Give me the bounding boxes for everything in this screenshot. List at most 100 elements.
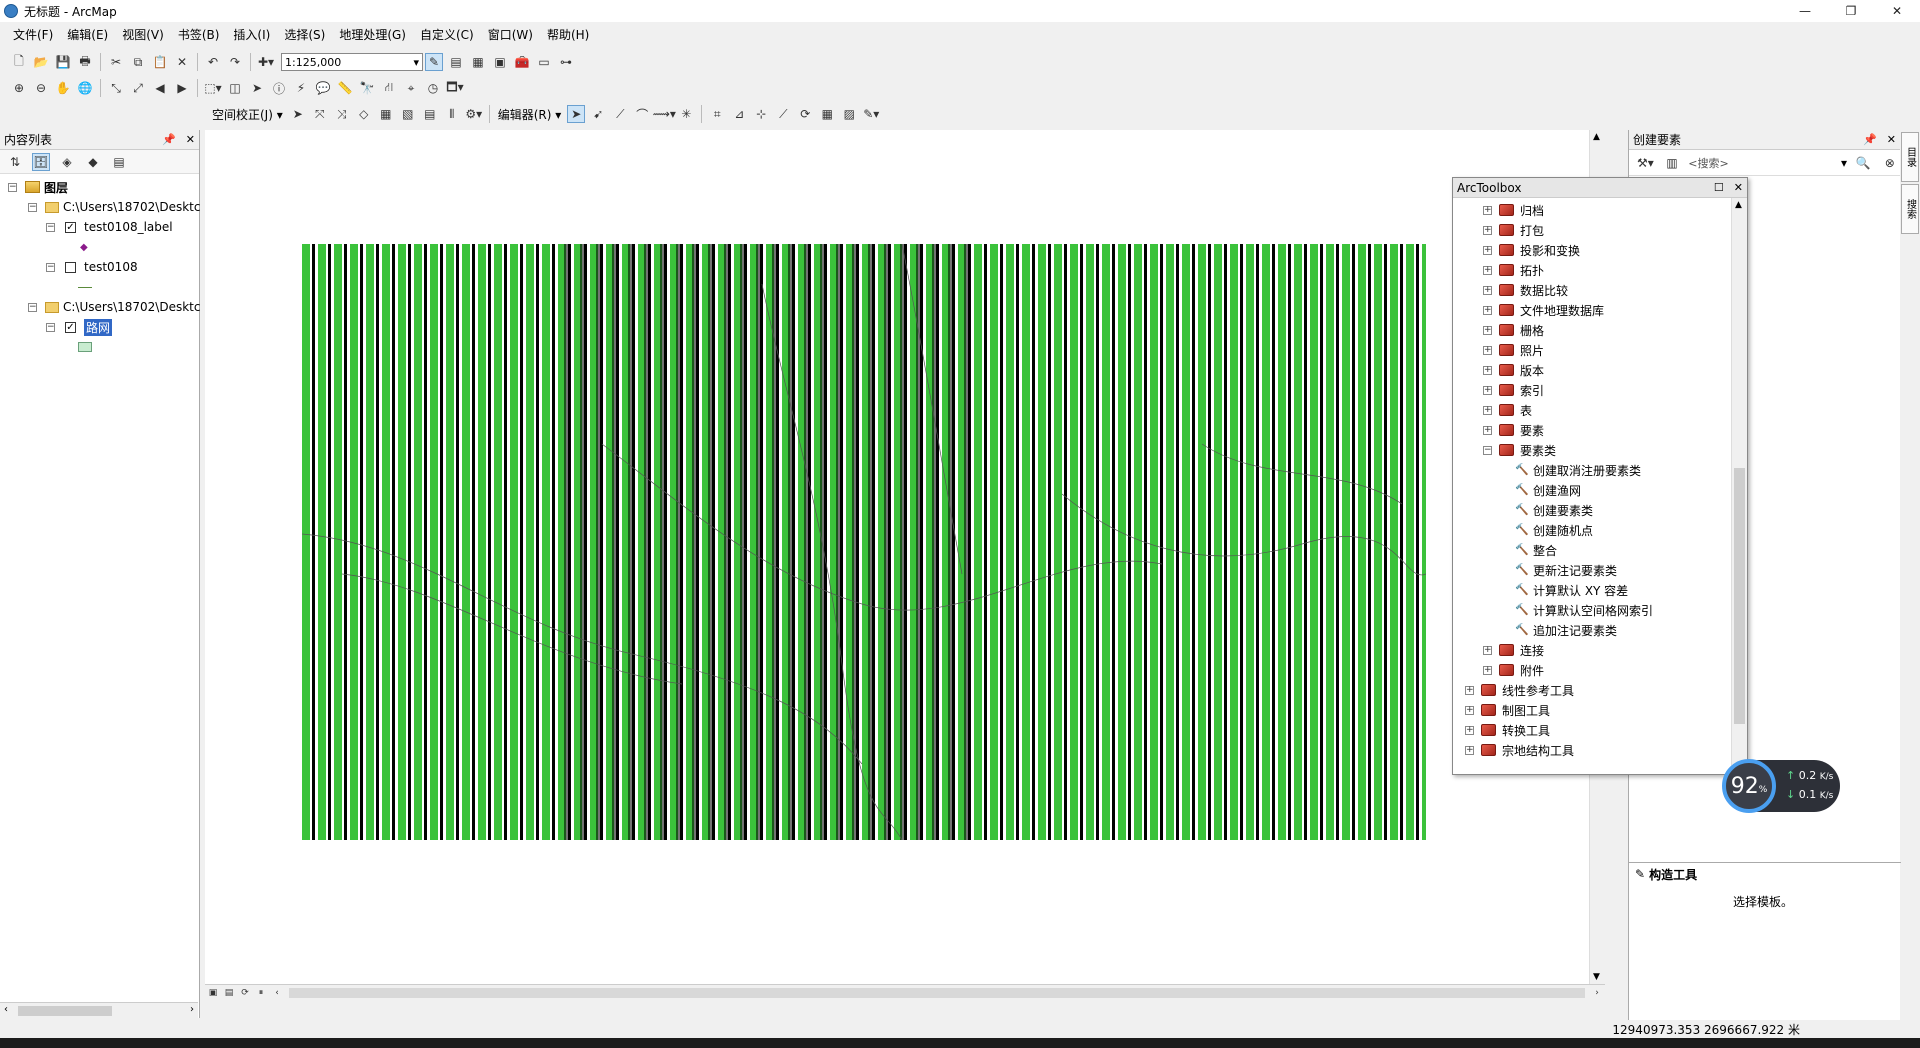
zoom-in-icon[interactable]: ⊕ bbox=[10, 79, 28, 97]
tree-layer-test0108-label[interactable]: − ✓ test0108_label bbox=[46, 218, 173, 236]
expand-icon[interactable]: + bbox=[1483, 205, 1492, 215]
toc-options-icon[interactable]: ▤ bbox=[110, 153, 128, 171]
menu-selection[interactable]: 选择(S) bbox=[277, 24, 332, 46]
expand-icon[interactable]: + bbox=[1465, 705, 1474, 715]
edit-annotation-icon[interactable]: ➹ bbox=[589, 105, 607, 123]
find-route-icon[interactable]: ⛙ bbox=[380, 79, 398, 97]
tool-item[interactable]: 🔨 追加注记要素类 bbox=[1515, 620, 1617, 640]
create-features-icon[interactable]: ✎▾ bbox=[862, 105, 880, 123]
layer-visibility-checkbox[interactable] bbox=[65, 261, 76, 273]
toolset-item[interactable]: + 归档 bbox=[1483, 200, 1544, 220]
search-side-tab[interactable]: 搜索 bbox=[1901, 184, 1919, 234]
select-arrow-icon[interactable]: ➤ bbox=[289, 105, 307, 123]
editor-menu[interactable]: 编辑器(R) ▾ bbox=[494, 106, 566, 123]
toolset-item[interactable]: + 打包 bbox=[1483, 220, 1544, 240]
find-icon[interactable]: 🔭 bbox=[358, 79, 376, 97]
scroll-right-icon[interactable]: › bbox=[1591, 987, 1603, 999]
tree-layer-road-network[interactable]: − ✓ 路网 bbox=[46, 318, 113, 336]
toolset-item[interactable]: + 数据比较 bbox=[1483, 280, 1568, 300]
print-icon[interactable]: 🖶 bbox=[76, 53, 94, 71]
template-search-input[interactable]: <搜索> bbox=[1688, 154, 1835, 172]
toolbox-item[interactable]: + 制图工具 bbox=[1465, 700, 1550, 720]
measure-icon[interactable]: 📏 bbox=[336, 79, 354, 97]
edit-tool-icon[interactable]: ➤ bbox=[567, 105, 586, 123]
tool-item[interactable]: 🔨 计算默认 XY 容差 bbox=[1515, 580, 1628, 600]
menu-file[interactable]: 文件(F) bbox=[6, 24, 60, 46]
tree-folder-1[interactable]: − C:\Users\18702\Desktc bbox=[28, 198, 200, 216]
toolset-item[interactable]: + 照片 bbox=[1483, 340, 1544, 360]
map-scale-combo[interactable]: 1:125,000 ▾ bbox=[281, 53, 423, 71]
map-horizontal-scrollbar[interactable] bbox=[289, 987, 1585, 998]
expand-icon[interactable]: + bbox=[1483, 345, 1492, 355]
expand-icon[interactable]: + bbox=[1483, 425, 1492, 435]
toolset-item[interactable]: + 栅格 bbox=[1483, 320, 1544, 340]
toolset-item[interactable]: + 连接 bbox=[1483, 640, 1544, 660]
menu-windows[interactable]: 窗口(W) bbox=[481, 24, 540, 46]
layout-view-icon[interactable]: ▤ bbox=[223, 987, 235, 999]
expand-icon[interactable]: + bbox=[1483, 665, 1492, 675]
chevron-down-icon[interactable]: ▾ bbox=[1841, 156, 1847, 170]
expand-icon[interactable]: + bbox=[1483, 225, 1492, 235]
close-icon[interactable]: ✕ bbox=[186, 133, 195, 146]
expand-icon[interactable]: + bbox=[1483, 405, 1492, 415]
point-icon[interactable]: ✳ bbox=[677, 105, 695, 123]
expand-icon[interactable]: + bbox=[1483, 385, 1492, 395]
expand-icon[interactable]: + bbox=[1465, 725, 1474, 735]
toolbox-item[interactable]: + 转换工具 bbox=[1465, 720, 1550, 740]
python-window-icon[interactable]: ▭ bbox=[535, 53, 553, 71]
tree-folder-2[interactable]: − C:\Users\18702\Desktc bbox=[28, 298, 200, 316]
scroll-right-icon[interactable]: › bbox=[190, 1004, 194, 1015]
view-link-table-icon[interactable]: ▦ bbox=[377, 105, 395, 123]
catalog-window-icon[interactable]: ▦ bbox=[469, 53, 487, 71]
copy-icon[interactable]: ⧉ bbox=[129, 53, 147, 71]
pin-icon[interactable]: 📌 bbox=[1863, 133, 1877, 146]
endpoint-arc-icon[interactable]: ⌒ bbox=[633, 105, 651, 123]
scroll-left-icon[interactable]: ‹ bbox=[4, 1004, 8, 1015]
search-window-icon[interactable]: ▣ bbox=[491, 53, 509, 71]
zoom-out-icon[interactable]: ⊖ bbox=[32, 79, 50, 97]
scroll-left-icon[interactable]: ‹ bbox=[271, 987, 283, 999]
list-by-selection-icon[interactable]: ◆ bbox=[84, 153, 102, 171]
list-by-drawing-order-icon[interactable]: ⇅ bbox=[6, 153, 24, 171]
expand-icon[interactable]: + bbox=[1483, 245, 1492, 255]
menu-view[interactable]: 视图(V) bbox=[115, 24, 171, 46]
new-displacement-link-icon[interactable]: ⤧ bbox=[311, 105, 329, 123]
create-viewer-icon[interactable]: 🗖▾ bbox=[446, 79, 464, 97]
collapse-icon[interactable]: − bbox=[8, 182, 17, 192]
catalog-side-tab[interactable]: 目录 bbox=[1901, 132, 1919, 182]
scroll-up-icon[interactable]: ▲ bbox=[1593, 132, 1600, 142]
tree-layer-test0108[interactable]: − test0108 bbox=[46, 258, 138, 276]
close-button[interactable]: ✕ bbox=[1874, 0, 1920, 22]
collapse-icon[interactable]: − bbox=[28, 302, 37, 312]
full-extent-icon[interactable]: 🌐 bbox=[76, 79, 94, 97]
expand-icon[interactable]: + bbox=[1483, 305, 1492, 315]
menu-help[interactable]: 帮助(H) bbox=[540, 24, 596, 46]
open-icon[interactable]: 📂 bbox=[32, 53, 50, 71]
close-icon[interactable]: ✕ bbox=[1734, 181, 1743, 194]
menu-customize[interactable]: 自定义(C) bbox=[413, 24, 481, 46]
sketch-properties-icon[interactable]: ▨ bbox=[840, 105, 858, 123]
expand-icon[interactable]: + bbox=[1483, 285, 1492, 295]
arctoolbox-scrollbar[interactable]: ▲ bbox=[1731, 198, 1747, 774]
minimize-button[interactable]: — bbox=[1782, 0, 1828, 22]
collapse-icon[interactable]: − bbox=[46, 222, 55, 232]
new-document-icon[interactable]: 🗋 bbox=[10, 53, 28, 71]
limited-adjustment-icon[interactable]: ▧ bbox=[399, 105, 417, 123]
html-popup-icon[interactable]: 💬 bbox=[314, 79, 332, 97]
model-builder-icon[interactable]: ⊶ bbox=[557, 53, 575, 71]
search-icon[interactable]: 🔍 bbox=[1855, 154, 1872, 172]
tree-root-layers[interactable]: − 图层 bbox=[8, 178, 68, 196]
data-view-icon[interactable]: ▣ bbox=[207, 987, 219, 999]
toc-horizontal-scrollbar[interactable]: ‹ › bbox=[0, 1002, 198, 1018]
toolset-item[interactable]: + 投影和变换 bbox=[1483, 240, 1580, 260]
scroll-down-icon[interactable]: ▼ bbox=[1593, 972, 1600, 982]
close-icon[interactable]: ✕ bbox=[1887, 133, 1896, 146]
menu-bookmarks[interactable]: 书签(B) bbox=[171, 24, 227, 46]
cut-icon[interactable]: ✂ bbox=[107, 53, 125, 71]
toolset-item[interactable]: − 要素类 bbox=[1483, 440, 1556, 460]
forward-extent-icon[interactable]: ▶ bbox=[173, 79, 191, 97]
tool-item[interactable]: 🔨 创建取消注册要素类 bbox=[1515, 460, 1641, 480]
arctoolbox-icon[interactable]: 🧰 bbox=[513, 53, 531, 71]
menu-geoprocessing[interactable]: 地理处理(G) bbox=[332, 24, 413, 46]
collapse-icon[interactable]: − bbox=[28, 202, 37, 212]
